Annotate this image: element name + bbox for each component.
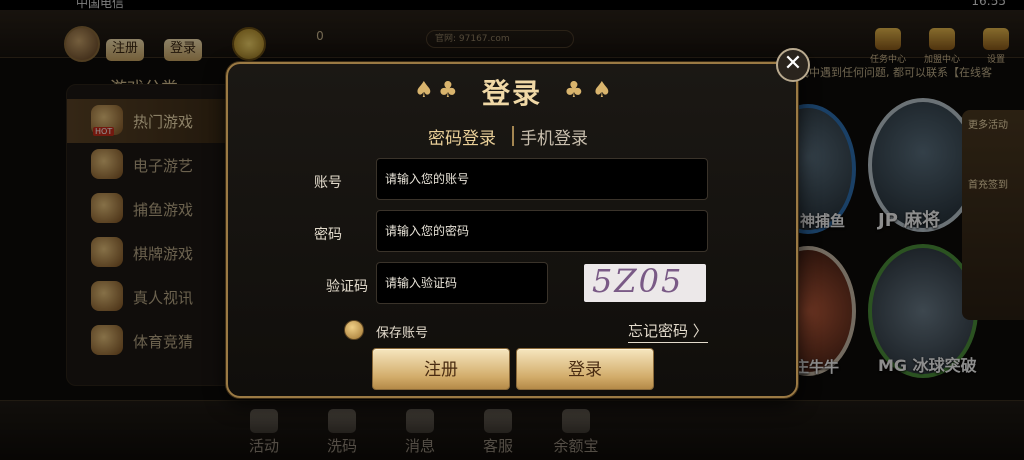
close-icon[interactable]: ✕ — [776, 48, 810, 82]
register-submit-button[interactable]: 注册 — [372, 348, 510, 390]
spade-icon: ♠ — [592, 78, 612, 103]
dialog-title: 登录 — [481, 77, 542, 110]
login-dialog: ♠ ♣ 登录 ♣ ♠ 密码登录 手机登录 账号 密码 验证码 5Z05 保存账号… — [226, 62, 798, 398]
save-account-radio[interactable] — [344, 320, 364, 340]
account-label: 账号 — [314, 175, 342, 191]
captcha-text: 5Z05 — [592, 264, 684, 300]
account-input[interactable] — [376, 158, 708, 200]
tab-phone-login[interactable]: 手机登录 — [520, 124, 588, 149]
login-submit-button[interactable]: 登录 — [516, 348, 654, 390]
captcha-label: 验证码 — [326, 279, 368, 295]
password-label: 密码 — [314, 227, 342, 243]
save-account-label: 保存账号 — [376, 326, 429, 341]
club-icon: ♣ — [564, 78, 584, 103]
password-input[interactable] — [376, 210, 708, 252]
tab-divider — [512, 126, 514, 146]
tab-password-login[interactable]: 密码登录 — [428, 124, 496, 149]
captcha-input[interactable] — [376, 262, 548, 304]
dialog-header: ♠ ♣ 登录 ♣ ♠ — [228, 64, 796, 116]
captcha-image[interactable]: 5Z05 — [584, 264, 706, 302]
forgot-password-link[interactable]: 忘记密码 〉 — [628, 320, 708, 343]
